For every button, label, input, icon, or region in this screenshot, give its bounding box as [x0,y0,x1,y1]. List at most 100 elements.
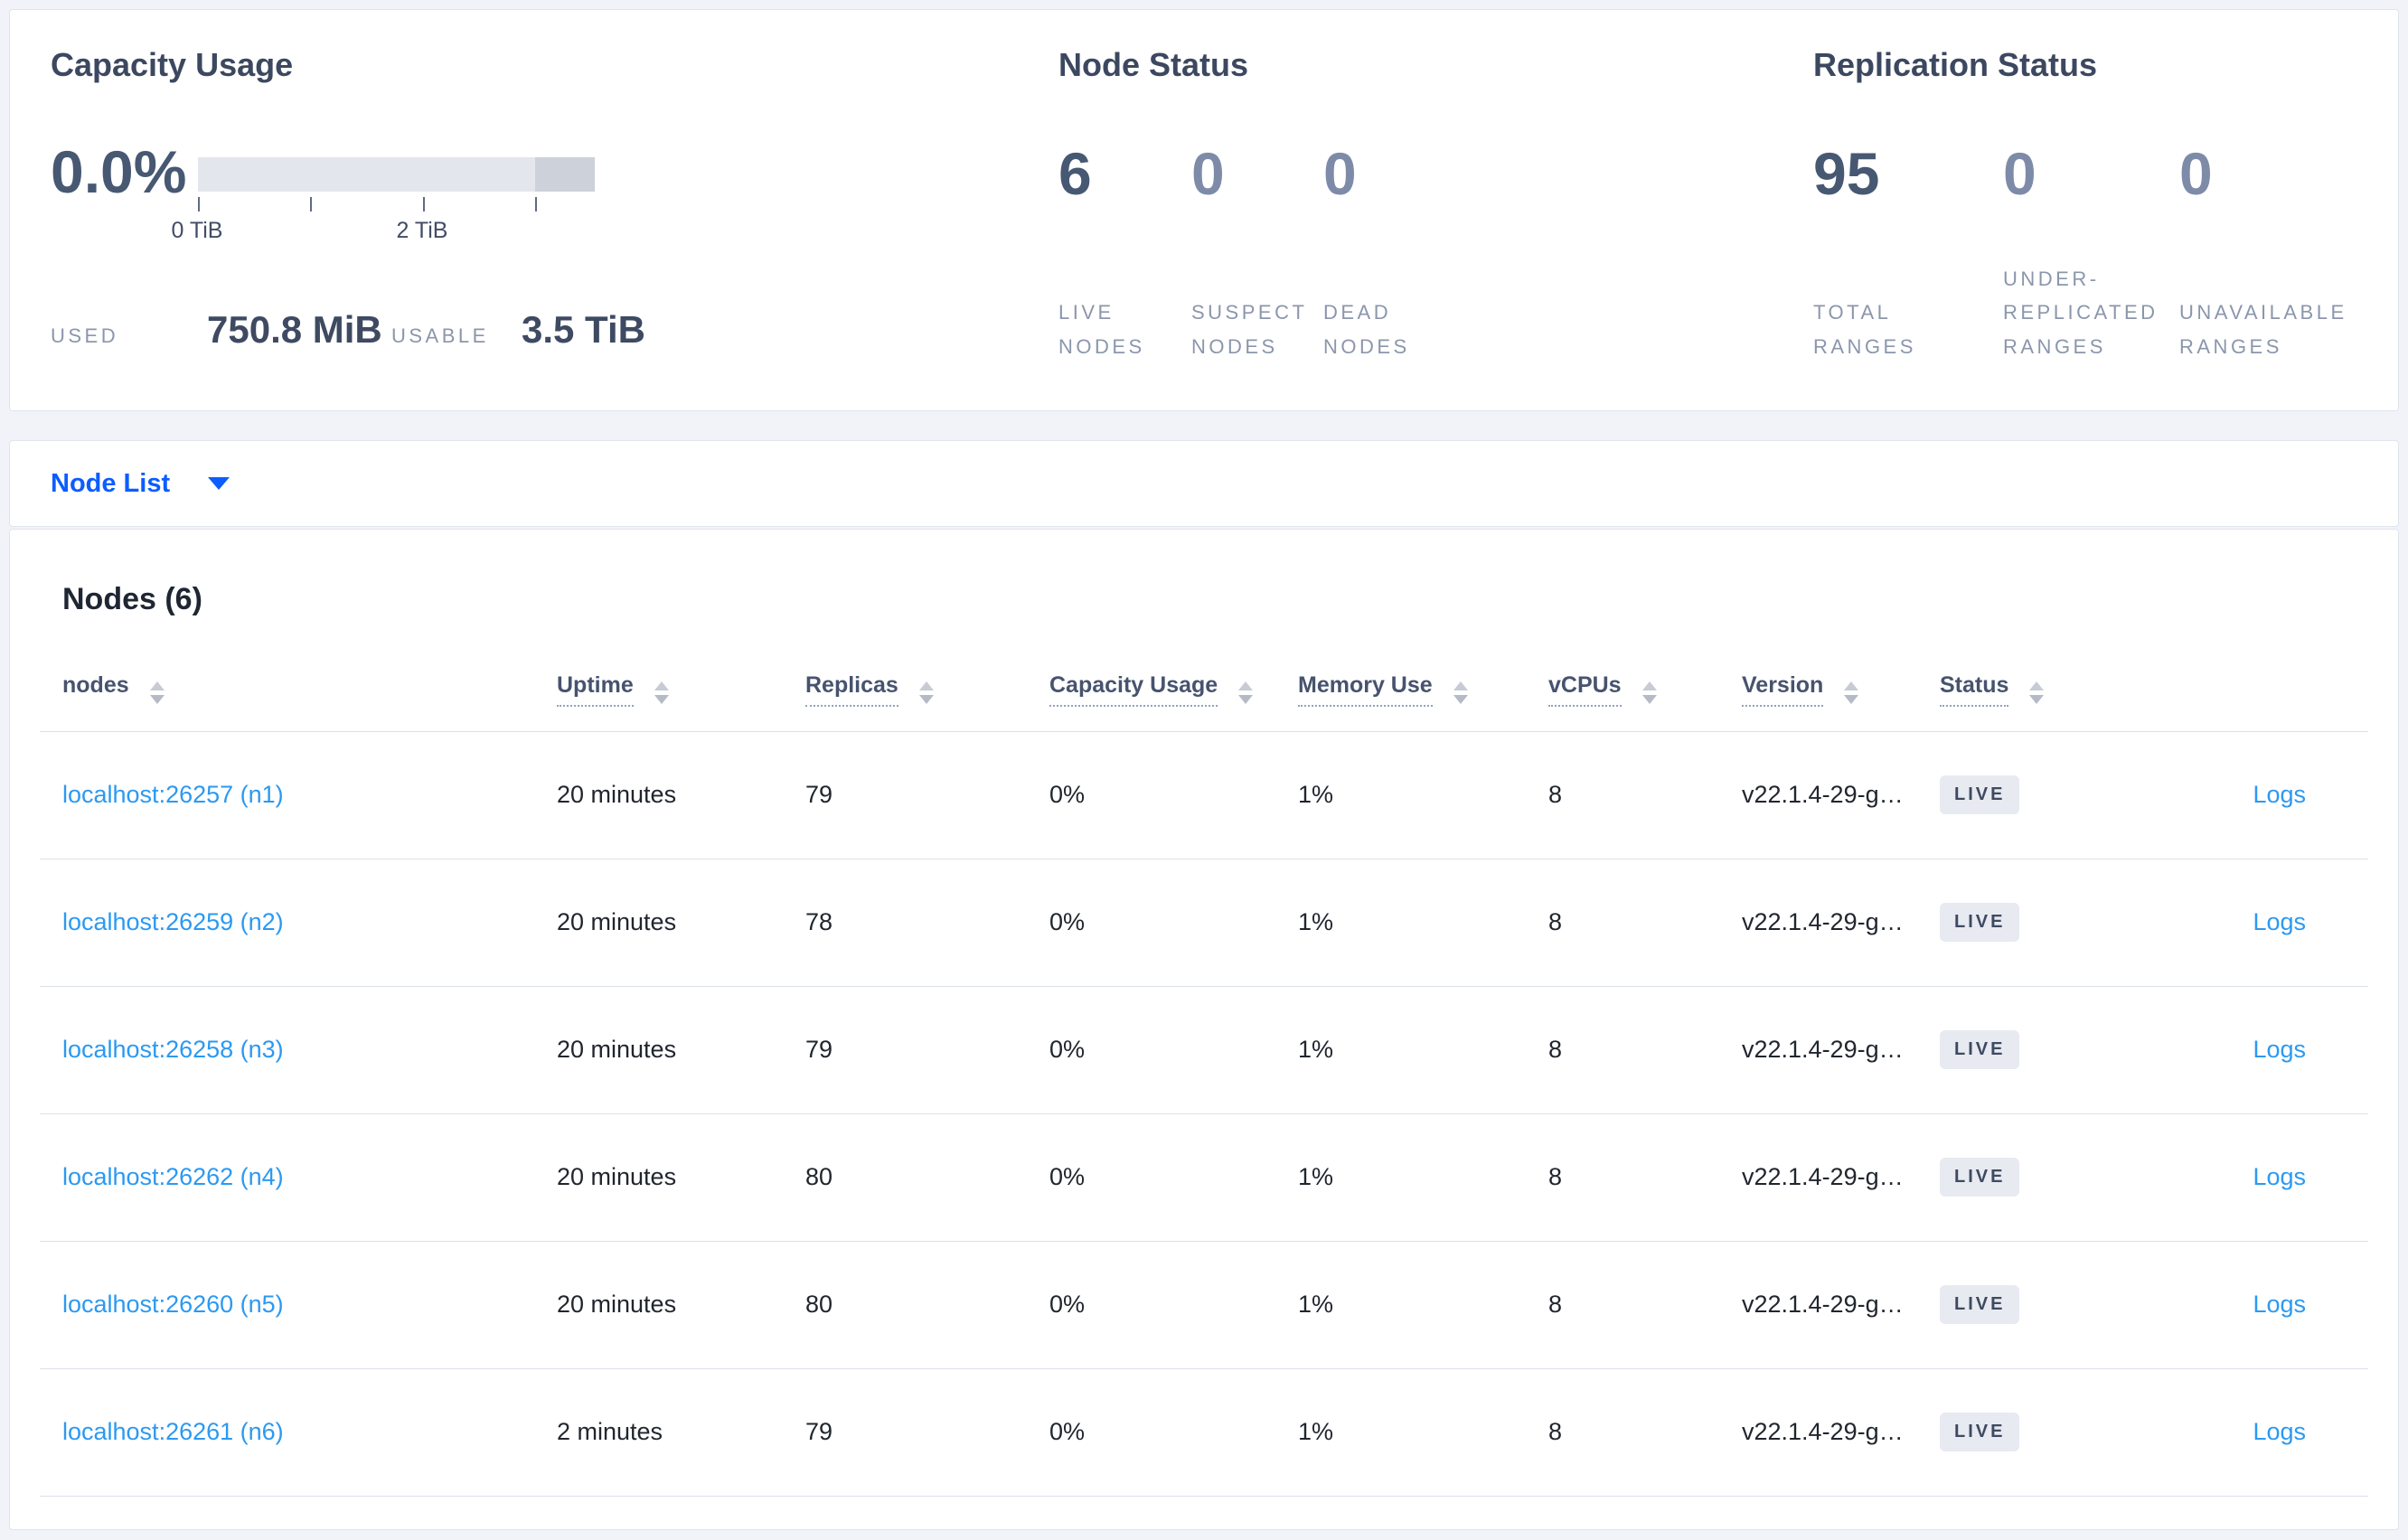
cluster-overview-page: Capacity Usage 0.0% 0 TiB 2 TiB USED 750… [0,0,2408,1539]
vcpus-cell: 8 [1548,908,1563,936]
column-header-nodes[interactable]: nodes [62,672,557,704]
replicas-cell: 80 [805,1163,833,1191]
memory-use-cell: 1% [1298,1036,1334,1064]
logs-link[interactable]: Logs [2253,781,2306,808]
total-ranges-label: TOTAL RANGES [1813,301,1916,358]
sort-icon [918,681,934,704]
table-row: localhost:26259 (n2) 20 minutes 78 0% 1%… [40,859,2368,987]
table-row: localhost:26257 (n1) 20 minutes 79 0% 1%… [40,732,2368,859]
capacity-usage-bar [198,157,595,192]
column-header-memory-use[interactable]: Memory Use [1298,671,1548,707]
replication-status-title: Replication Status [1813,46,2098,83]
capacity-usage-title: Capacity Usage [51,46,294,83]
sort-icon [149,681,165,704]
version-cell: v22.1.4-29-g… [1742,1163,1904,1191]
vcpus-cell: 8 [1548,1163,1563,1191]
uptime-cell: 20 minutes [557,908,677,936]
status-badge: LIVE [1940,1413,2020,1452]
suspect-nodes-count: 0 [1191,140,1225,207]
logs-link[interactable]: Logs [2253,1036,2306,1063]
live-nodes-label: LIVE NODES [1058,301,1145,358]
capacity-bar-reserved-segment [535,157,595,192]
node-link[interactable]: localhost:26260 (n5) [62,1291,284,1318]
node-link[interactable]: localhost:26261 (n6) [62,1418,284,1445]
capacity-usage-cell: 0% [1049,1291,1086,1319]
under-replicated-ranges-label: UNDER-REPLICATED RANGES [2003,267,2159,358]
capacity-percent-value: 0.0% [51,138,187,205]
version-cell: v22.1.4-29-g… [1742,1036,1904,1064]
replicas-cell: 80 [805,1291,833,1319]
version-cell: v22.1.4-29-g… [1742,908,1904,936]
capacity-axis-label-0: 0 TiB [171,218,223,243]
status-badge: LIVE [1940,1030,2020,1070]
version-cell: v22.1.4-29-g… [1742,781,1904,809]
sort-icon [1238,681,1254,704]
vcpus-cell: 8 [1548,1036,1563,1064]
logs-link[interactable]: Logs [2253,1291,2306,1318]
node-link[interactable]: localhost:26262 (n4) [62,1163,284,1190]
status-badge: LIVE [1940,1285,2020,1325]
usable-value: 3.5 TiB [522,308,645,351]
version-cell: v22.1.4-29-g… [1742,1291,1904,1319]
under-replicated-ranges-count: 0 [2003,140,2036,207]
used-label: USED [51,324,119,347]
column-header-replicas[interactable]: Replicas [805,671,1049,707]
table-row: localhost:26260 (n5) 20 minutes 80 0% 1%… [40,1242,2368,1369]
table-row: localhost:26262 (n4) 20 minutes 80 0% 1%… [40,1114,2368,1242]
uptime-cell: 2 minutes [557,1418,663,1446]
node-list-dropdown[interactable]: Node List [9,440,2399,527]
capacity-usage-cell: 0% [1049,781,1086,809]
column-header-uptime[interactable]: Uptime [557,671,805,707]
live-nodes-count: 6 [1058,140,1092,207]
sort-icon [1844,681,1859,704]
vcpus-cell: 8 [1548,1291,1563,1319]
node-link[interactable]: localhost:26258 (n3) [62,1036,284,1063]
column-header-vcpus[interactable]: vCPUs [1548,671,1742,707]
dead-nodes-count: 0 [1323,140,1357,207]
memory-use-cell: 1% [1298,908,1334,936]
cluster-summary-panel: Capacity Usage 0.0% 0 TiB 2 TiB USED 750… [9,9,2399,411]
node-link[interactable]: localhost:26257 (n1) [62,781,284,808]
column-header-version[interactable]: Version [1742,671,1940,707]
column-header-capacity-usage[interactable]: Capacity Usage [1049,671,1298,707]
memory-use-cell: 1% [1298,781,1334,809]
vcpus-cell: 8 [1548,1418,1563,1446]
usable-label: USABLE [391,324,489,347]
sort-icon [2029,681,2045,704]
uptime-cell: 20 minutes [557,1291,677,1319]
memory-use-cell: 1% [1298,1163,1334,1191]
replicas-cell: 79 [805,781,833,809]
capacity-used-usable-row: USED 750.8 MiB USABLE 3.5 TiB [51,308,645,352]
nodes-table-card: Nodes (6) nodes Uptime Replicas Capacity… [9,529,2399,1530]
node-list-dropdown-label[interactable]: Node List [51,469,170,499]
replicas-cell: 79 [805,1036,833,1064]
uptime-cell: 20 minutes [557,1163,677,1191]
dead-nodes-label: DEAD NODES [1323,301,1410,358]
node-link[interactable]: localhost:26259 (n2) [62,908,284,935]
status-badge: LIVE [1940,903,2020,943]
vcpus-cell: 8 [1548,781,1563,809]
replicas-cell: 78 [805,908,833,936]
table-row: localhost:26258 (n3) 20 minutes 79 0% 1%… [40,987,2368,1114]
total-ranges-count: 95 [1813,140,1880,207]
logs-link[interactable]: Logs [2253,1418,2306,1445]
version-cell: v22.1.4-29-g… [1742,1418,1904,1446]
sort-icon [1641,681,1657,704]
nodes-table-header: nodes Uptime Replicas Capacity Usage Mem… [40,671,2368,732]
replicas-cell: 79 [805,1418,833,1446]
sort-icon [1453,681,1468,704]
logs-link[interactable]: Logs [2253,908,2306,935]
capacity-usage-cell: 0% [1049,1036,1086,1064]
capacity-axis-tick [198,197,200,211]
status-badge: LIVE [1940,1158,2020,1197]
column-header-status[interactable]: Status [1940,671,2157,707]
unavailable-ranges-count: 0 [2179,140,2213,207]
capacity-axis-label-2: 2 TiB [396,218,448,243]
used-value: 750.8 MiB [207,308,382,351]
logs-link[interactable]: Logs [2253,1163,2306,1190]
memory-use-cell: 1% [1298,1418,1334,1446]
suspect-nodes-label: SUSPECT NODES [1191,301,1308,358]
status-badge: LIVE [1940,775,2020,815]
node-status-title: Node Status [1058,46,1249,83]
capacity-usage-cell: 0% [1049,1163,1086,1191]
